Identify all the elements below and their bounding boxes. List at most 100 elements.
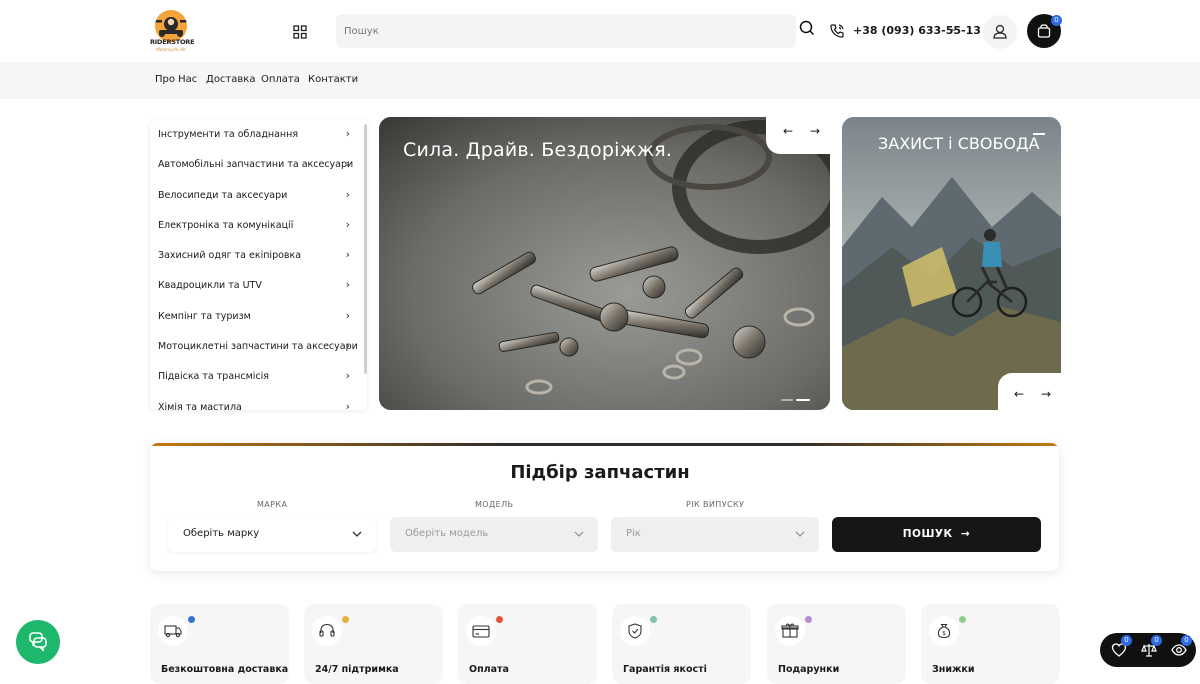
feature-free-delivery: Безкоштовна доставка xyxy=(150,604,289,684)
chevron-right-icon: › xyxy=(345,157,350,170)
model-label: МОДЕЛЬ xyxy=(475,500,514,509)
nav-delivery[interactable]: Доставка xyxy=(206,74,255,85)
site-logo[interactable]: RIDERSTORE Motorcycle life xyxy=(150,10,195,54)
category-menu: Інструменти та обладнання › Автомобільні … xyxy=(150,120,367,410)
compare-button[interactable]: 0 xyxy=(1140,635,1162,659)
viewed-count-badge: 0 xyxy=(1181,635,1192,646)
feature-label: Гарантія якості xyxy=(623,664,707,675)
side-banner-image xyxy=(842,117,1061,410)
category-item[interactable]: Мотоциклетні запчастини та аксесуари › xyxy=(150,332,360,362)
phone-dropdown-chevron-icon[interactable]: ⌄ xyxy=(950,24,958,34)
brand-select[interactable]: Оберіть марку xyxy=(168,517,376,552)
search-icon xyxy=(799,20,815,36)
feature-quality: Гарантія якості xyxy=(612,604,751,684)
category-item[interactable]: Підвіска та трансмісія › xyxy=(150,362,360,392)
svg-text:$: $ xyxy=(942,630,946,637)
feature-support: 24/7 підтримка xyxy=(304,604,443,684)
hero-title: Сила. Драйв. Бездоріжжя. xyxy=(403,139,673,161)
chevron-right-icon: › xyxy=(345,127,350,140)
feature-dot xyxy=(342,616,349,623)
feature-label: Знижки xyxy=(932,664,975,675)
cart-button[interactable]: 0 xyxy=(1027,14,1062,48)
chat-button[interactable] xyxy=(16,620,60,664)
chevron-right-icon: › xyxy=(345,188,350,201)
category-item[interactable]: Інструменти та обладнання › xyxy=(150,120,360,150)
shield-check-icon xyxy=(620,616,650,646)
side-banner-indicator[interactable] xyxy=(1033,133,1045,135)
category-item[interactable]: Кемпінг та туризм › xyxy=(150,302,360,332)
gift-icon xyxy=(775,616,805,646)
feature-discounts: $ Знижки xyxy=(921,604,1060,684)
side-banner[interactable] xyxy=(842,117,1061,410)
category-item[interactable]: Хімія та мастила › xyxy=(150,393,360,410)
feature-label: 24/7 підтримка xyxy=(315,664,399,675)
parts-search-button[interactable]: ПОШУК → xyxy=(832,517,1041,552)
truck-icon xyxy=(158,616,188,646)
wishlist-button[interactable]: 0 xyxy=(1110,635,1132,659)
side-banner-controls xyxy=(998,373,1061,410)
feature-payment: Оплата xyxy=(458,604,597,684)
feature-dot xyxy=(496,616,503,623)
search-input[interactable] xyxy=(336,14,796,48)
floating-toolbar: 0 0 0 xyxy=(1100,633,1196,667)
side-next-arrow-icon[interactable]: → xyxy=(1041,387,1051,401)
search-button[interactable] xyxy=(798,19,816,37)
hero-dot-active[interactable] xyxy=(796,399,810,401)
phone-number[interactable]: +38 (093) 633-55-13 xyxy=(853,24,981,37)
hero-pagination xyxy=(781,387,811,401)
nav-contacts[interactable]: Контакти xyxy=(308,74,358,85)
feature-gifts: Подарунки xyxy=(767,604,906,684)
chevron-right-icon: › xyxy=(345,400,350,410)
category-item[interactable]: Квадроцикли та UTV › xyxy=(150,271,360,301)
category-item[interactable]: Автомобільні запчастини та аксесуари › xyxy=(150,150,360,180)
chevron-right-icon: › xyxy=(345,369,350,382)
compare-count-badge: 0 xyxy=(1151,635,1162,646)
feature-dot xyxy=(188,616,195,623)
year-select[interactable]: Рік xyxy=(611,517,819,552)
hero-prev-arrow-icon[interactable]: ← xyxy=(783,124,793,138)
category-item[interactable]: Велосипеди та аксесуари › xyxy=(150,181,360,211)
chevron-right-icon: › xyxy=(345,278,350,291)
phone-icon xyxy=(829,23,845,39)
feature-dot xyxy=(805,616,812,623)
parts-picker-title: Підбір запчастин xyxy=(510,462,690,483)
chevron-down-icon xyxy=(574,531,584,537)
arrow-right-icon: → xyxy=(956,528,971,540)
feature-label: Оплата xyxy=(469,664,509,675)
chevron-down-icon xyxy=(795,531,805,537)
credit-card-icon xyxy=(466,616,496,646)
user-icon xyxy=(993,24,1007,39)
chevron-right-icon: › xyxy=(345,339,350,352)
wishlist-count-badge: 0 xyxy=(1121,635,1132,646)
hero-next-arrow-icon[interactable]: → xyxy=(810,124,820,138)
feature-dot xyxy=(959,616,966,623)
chat-icon xyxy=(29,632,47,652)
hero-dot[interactable] xyxy=(781,399,793,401)
account-button[interactable] xyxy=(983,15,1017,49)
parts-search-label: ПОШУК xyxy=(902,528,953,540)
cart-count-badge: 0 xyxy=(1051,15,1062,26)
search-field xyxy=(336,14,796,48)
viewed-button[interactable]: 0 xyxy=(1170,635,1192,659)
feature-label: Безкоштовна доставка xyxy=(161,664,289,675)
side-banner-title: ЗАХИСТ і СВОБОДА xyxy=(878,134,1040,153)
parts-picker-accent-bar xyxy=(150,443,1059,446)
brand-label: МАРКА xyxy=(257,500,288,509)
category-item[interactable]: Захисний одяг та екіпіровка › xyxy=(150,241,360,271)
feature-label: Подарунки xyxy=(778,664,840,675)
chevron-right-icon: › xyxy=(345,248,350,261)
category-item[interactable]: Електроніка та комунікації › xyxy=(150,211,360,241)
nav-payment[interactable]: Оплата xyxy=(261,74,300,85)
model-select[interactable]: Оберіть модель xyxy=(390,517,598,552)
side-prev-arrow-icon[interactable]: ← xyxy=(1014,387,1024,401)
catalog-grid-icon[interactable] xyxy=(293,24,307,39)
hero-controls xyxy=(766,117,830,154)
logo-text: RIDERSTORE xyxy=(150,38,195,46)
headset-icon xyxy=(312,616,342,646)
category-menu-scrollbar[interactable] xyxy=(364,124,367,374)
nav-about[interactable]: Про Нас xyxy=(155,74,197,85)
money-bag-icon: $ xyxy=(929,616,959,646)
year-label: РІК ВИПУСКУ xyxy=(686,500,745,509)
chevron-down-icon xyxy=(352,531,362,537)
chevron-right-icon: › xyxy=(345,218,350,231)
